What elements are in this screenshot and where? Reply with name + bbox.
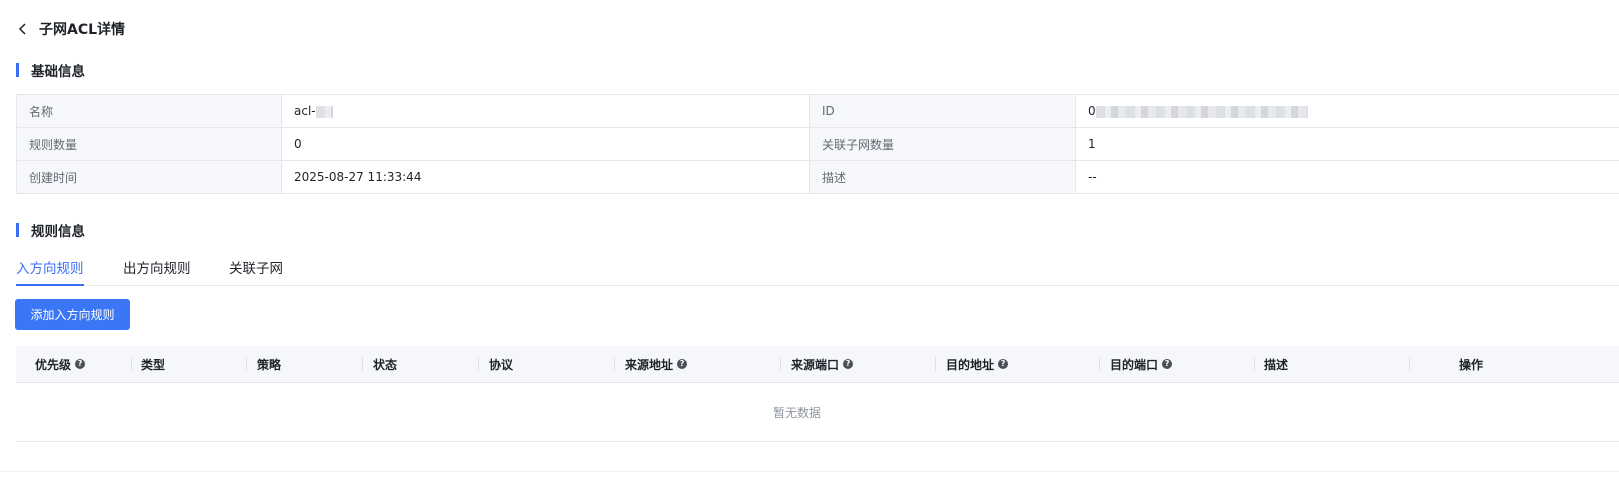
- column-divider: [246, 357, 247, 371]
- column-divider: [131, 357, 132, 371]
- add-inbound-rule-button[interactable]: 添加入方向规则: [15, 299, 130, 330]
- section-accent-bar: [16, 63, 19, 77]
- id-value: 0: [1075, 94, 1619, 128]
- section-accent-bar: [16, 223, 19, 237]
- col-source-port-label: 来源端口: [791, 357, 840, 372]
- id-label: ID: [809, 94, 1076, 128]
- column-divider: [780, 357, 781, 371]
- subnet-count-value: 1: [1075, 127, 1619, 161]
- rule-tabs: 入方向规则 出方向规则 关联子网: [16, 258, 1619, 286]
- name-label: 名称: [16, 94, 282, 128]
- col-destination-address: 目的地址?: [946, 346, 1009, 382]
- col-destination-port: 目的端口?: [1110, 346, 1173, 382]
- col-description: 描述: [1264, 357, 1289, 372]
- col-priority: 优先级?: [35, 346, 86, 382]
- column-divider: [1099, 357, 1100, 371]
- chevron-left-icon[interactable]: [16, 22, 30, 36]
- info-row: 规则数量 0 关联子网数量 1: [16, 127, 1619, 161]
- question-circle-icon[interactable]: ?: [843, 359, 854, 369]
- rules-table-header: 优先级? 类型 策略 状态 协议 来源地址? 来源端口? 目的地址? 目的端口?…: [16, 346, 1619, 383]
- tab-inbound-rules[interactable]: 入方向规则: [16, 258, 84, 286]
- page-title: 子网ACL详情: [39, 22, 126, 38]
- col-type: 类型: [141, 357, 166, 372]
- column-divider: [1254, 357, 1255, 371]
- description-label: 描述: [809, 160, 1076, 194]
- question-circle-icon[interactable]: ?: [75, 359, 86, 369]
- bottom-divider: [0, 471, 1619, 472]
- rule-count-value: 0: [281, 127, 810, 161]
- empty-state-text: 暂无数据: [772, 406, 821, 420]
- question-circle-icon[interactable]: ?: [1162, 359, 1173, 369]
- col-destination-port-label: 目的端口: [1110, 357, 1159, 372]
- col-source-port: 来源端口?: [791, 346, 854, 382]
- description-value: --: [1075, 160, 1619, 194]
- column-divider: [614, 357, 615, 371]
- col-actions: 操作: [1459, 357, 1484, 372]
- column-divider: [1409, 357, 1410, 371]
- col-destination-address-label: 目的地址: [946, 357, 995, 372]
- rules-info-label: 规则信息: [31, 224, 85, 240]
- col-status: 状态: [373, 357, 398, 372]
- column-divider: [362, 357, 363, 371]
- question-circle-icon[interactable]: ?: [998, 359, 1009, 369]
- subnet-count-label: 关联子网数量: [809, 127, 1076, 161]
- col-protocol: 协议: [489, 357, 514, 372]
- redacted-name: [315, 105, 333, 118]
- created-value: 2025-08-27 11:33:44: [281, 160, 810, 194]
- basic-info-label: 基础信息: [31, 64, 85, 80]
- name-value: acl-: [281, 94, 810, 128]
- basic-info-table: 名称 acl- ID 0 规则数量 0 关联子网数量 1 创建时间 2025-0…: [16, 94, 1619, 194]
- empty-state-row: 暂无数据: [16, 383, 1619, 442]
- info-row: 创建时间 2025-08-27 11:33:44 描述 --: [16, 160, 1619, 194]
- column-divider: [478, 357, 479, 371]
- tab-associated-subnets[interactable]: 关联子网: [229, 258, 283, 284]
- col-policy: 策略: [257, 357, 282, 372]
- question-circle-icon[interactable]: ?: [677, 359, 688, 369]
- id-value-text: 0: [1088, 104, 1096, 118]
- info-row: 名称 acl- ID 0: [16, 94, 1619, 128]
- tab-outbound-rules[interactable]: 出方向规则: [123, 258, 191, 284]
- name-value-text: acl-: [294, 104, 316, 118]
- redacted-id: [1095, 105, 1308, 118]
- col-priority-label: 优先级: [35, 357, 72, 372]
- created-label: 创建时间: [16, 160, 282, 194]
- column-divider: [935, 357, 936, 371]
- rule-count-label: 规则数量: [16, 127, 282, 161]
- page-header: 子网ACL详情: [16, 18, 125, 40]
- basic-info-section-title: 基础信息: [16, 60, 85, 80]
- rules-info-section-title: 规则信息: [16, 220, 85, 240]
- col-source-address-label: 来源地址: [625, 357, 674, 372]
- col-source-address: 来源地址?: [625, 346, 688, 382]
